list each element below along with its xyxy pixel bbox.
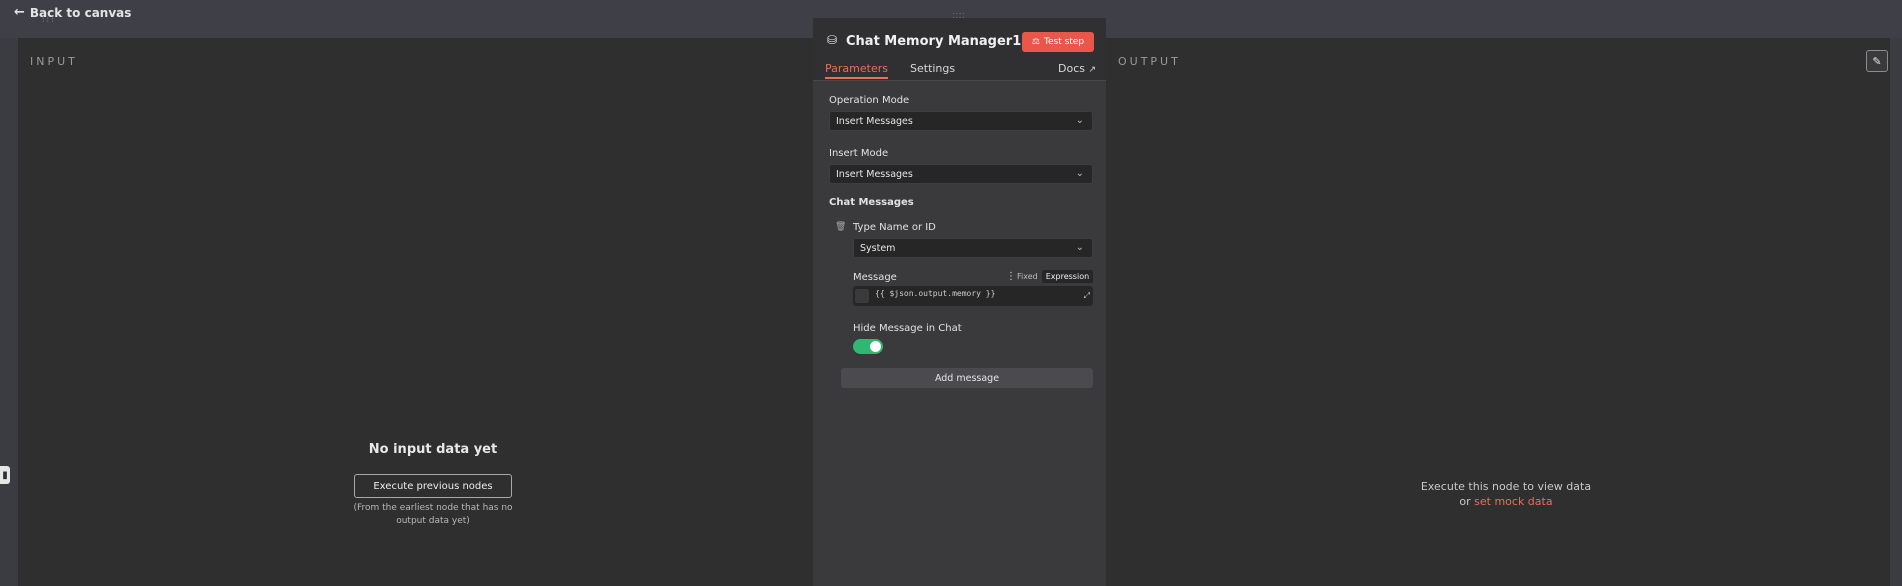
docs-label: Docs bbox=[1058, 62, 1085, 75]
hide-message-label: Hide Message in Chat bbox=[853, 323, 962, 334]
arrow-left-icon: ← bbox=[14, 5, 25, 20]
chevron-down-icon: ⌄ bbox=[1075, 115, 1084, 126]
insert-mode-value: Insert Messages bbox=[836, 168, 913, 180]
insert-mode-label: Insert Mode bbox=[829, 148, 889, 159]
operation-mode-value: Insert Messages bbox=[836, 115, 913, 127]
chat-messages-label: Chat Messages bbox=[829, 197, 914, 208]
test-step-label: Test step bbox=[1044, 37, 1085, 47]
tab-settings[interactable]: Settings bbox=[910, 62, 955, 75]
message-label: Message bbox=[853, 272, 897, 283]
back-to-canvas-button[interactable]: ← Back to canvas bbox=[14, 5, 131, 20]
tab-parameters[interactable]: Parameters bbox=[825, 62, 888, 79]
operation-mode-select[interactable]: Insert Messages ⌄ bbox=[829, 111, 1093, 131]
input-hint: (From the earliest node that has no outp… bbox=[353, 503, 513, 526]
message-expression-input[interactable]: {{ $json.output.memory }} ⤢ bbox=[853, 286, 1093, 306]
node-header: ⛁ Chat Memory Manager1 ⚖ Test step Param… bbox=[813, 18, 1106, 81]
drag-handle-icon: ⁞⁞⁞ bbox=[42, 15, 56, 24]
test-step-button[interactable]: ⚖ Test step bbox=[1022, 32, 1094, 52]
operation-mode-label: Operation Mode bbox=[829, 95, 910, 106]
side-panel-toggle-icon[interactable]: ▮ bbox=[0, 466, 10, 484]
output-hint-or: or bbox=[1459, 495, 1475, 508]
type-name-value: System bbox=[860, 242, 896, 254]
hide-message-toggle[interactable] bbox=[853, 339, 883, 354]
output-hint-or-line: or set mock data bbox=[1406, 494, 1606, 509]
output-panel-title: OUTPUT bbox=[1118, 55, 1181, 68]
output-hint: Execute this node to view data or set mo… bbox=[1406, 479, 1606, 509]
message-expression-value: {{ $json.output.memory }} bbox=[875, 289, 996, 298]
node-settings-panel: ⛁ Chat Memory Manager1 ⚖ Test step Param… bbox=[813, 18, 1106, 586]
type-name-select[interactable]: System ⌄ bbox=[853, 238, 1093, 258]
pencil-icon: ✎ bbox=[1872, 54, 1882, 68]
node-title: Chat Memory Manager1 bbox=[846, 34, 1022, 49]
expression-fx-icon bbox=[855, 289, 869, 303]
chevron-down-icon: ⌄ bbox=[1075, 168, 1084, 179]
fixed-expression-toggle[interactable]: Fixed Expression bbox=[1013, 270, 1094, 283]
input-panel: INPUT No input data yet Execute previous… bbox=[18, 38, 813, 586]
delete-message-icon[interactable]: 🗑 bbox=[835, 222, 846, 232]
input-panel-title: INPUT bbox=[30, 55, 78, 68]
set-mock-data-link[interactable]: set mock data bbox=[1474, 495, 1552, 508]
database-icon: ⛁ bbox=[827, 33, 838, 47]
output-panel: OUTPUT ✎ Execute this node to view data … bbox=[1106, 38, 1890, 586]
toggle-knob bbox=[870, 341, 881, 352]
external-link-icon: ↗ bbox=[1088, 65, 1097, 75]
fixed-option[interactable]: Fixed bbox=[1013, 270, 1042, 283]
add-message-button[interactable]: Add message bbox=[841, 368, 1093, 388]
edit-output-button[interactable]: ✎ bbox=[1866, 50, 1888, 72]
docs-link[interactable]: Docs ↗ bbox=[1058, 62, 1096, 75]
no-input-title: No input data yet bbox=[368, 442, 498, 457]
type-name-label: Type Name or ID bbox=[853, 222, 936, 233]
output-hint-line: Execute this node to view data bbox=[1420, 480, 1592, 493]
expression-option[interactable]: Expression bbox=[1041, 270, 1094, 283]
expand-icon[interactable]: ⤢ bbox=[1084, 291, 1090, 301]
chevron-down-icon: ⌄ bbox=[1075, 242, 1084, 253]
execute-previous-nodes-button[interactable]: Execute previous nodes bbox=[354, 474, 512, 498]
insert-mode-select[interactable]: Insert Messages ⌄ bbox=[829, 164, 1093, 184]
flask-icon: ⚖ bbox=[1031, 37, 1040, 47]
